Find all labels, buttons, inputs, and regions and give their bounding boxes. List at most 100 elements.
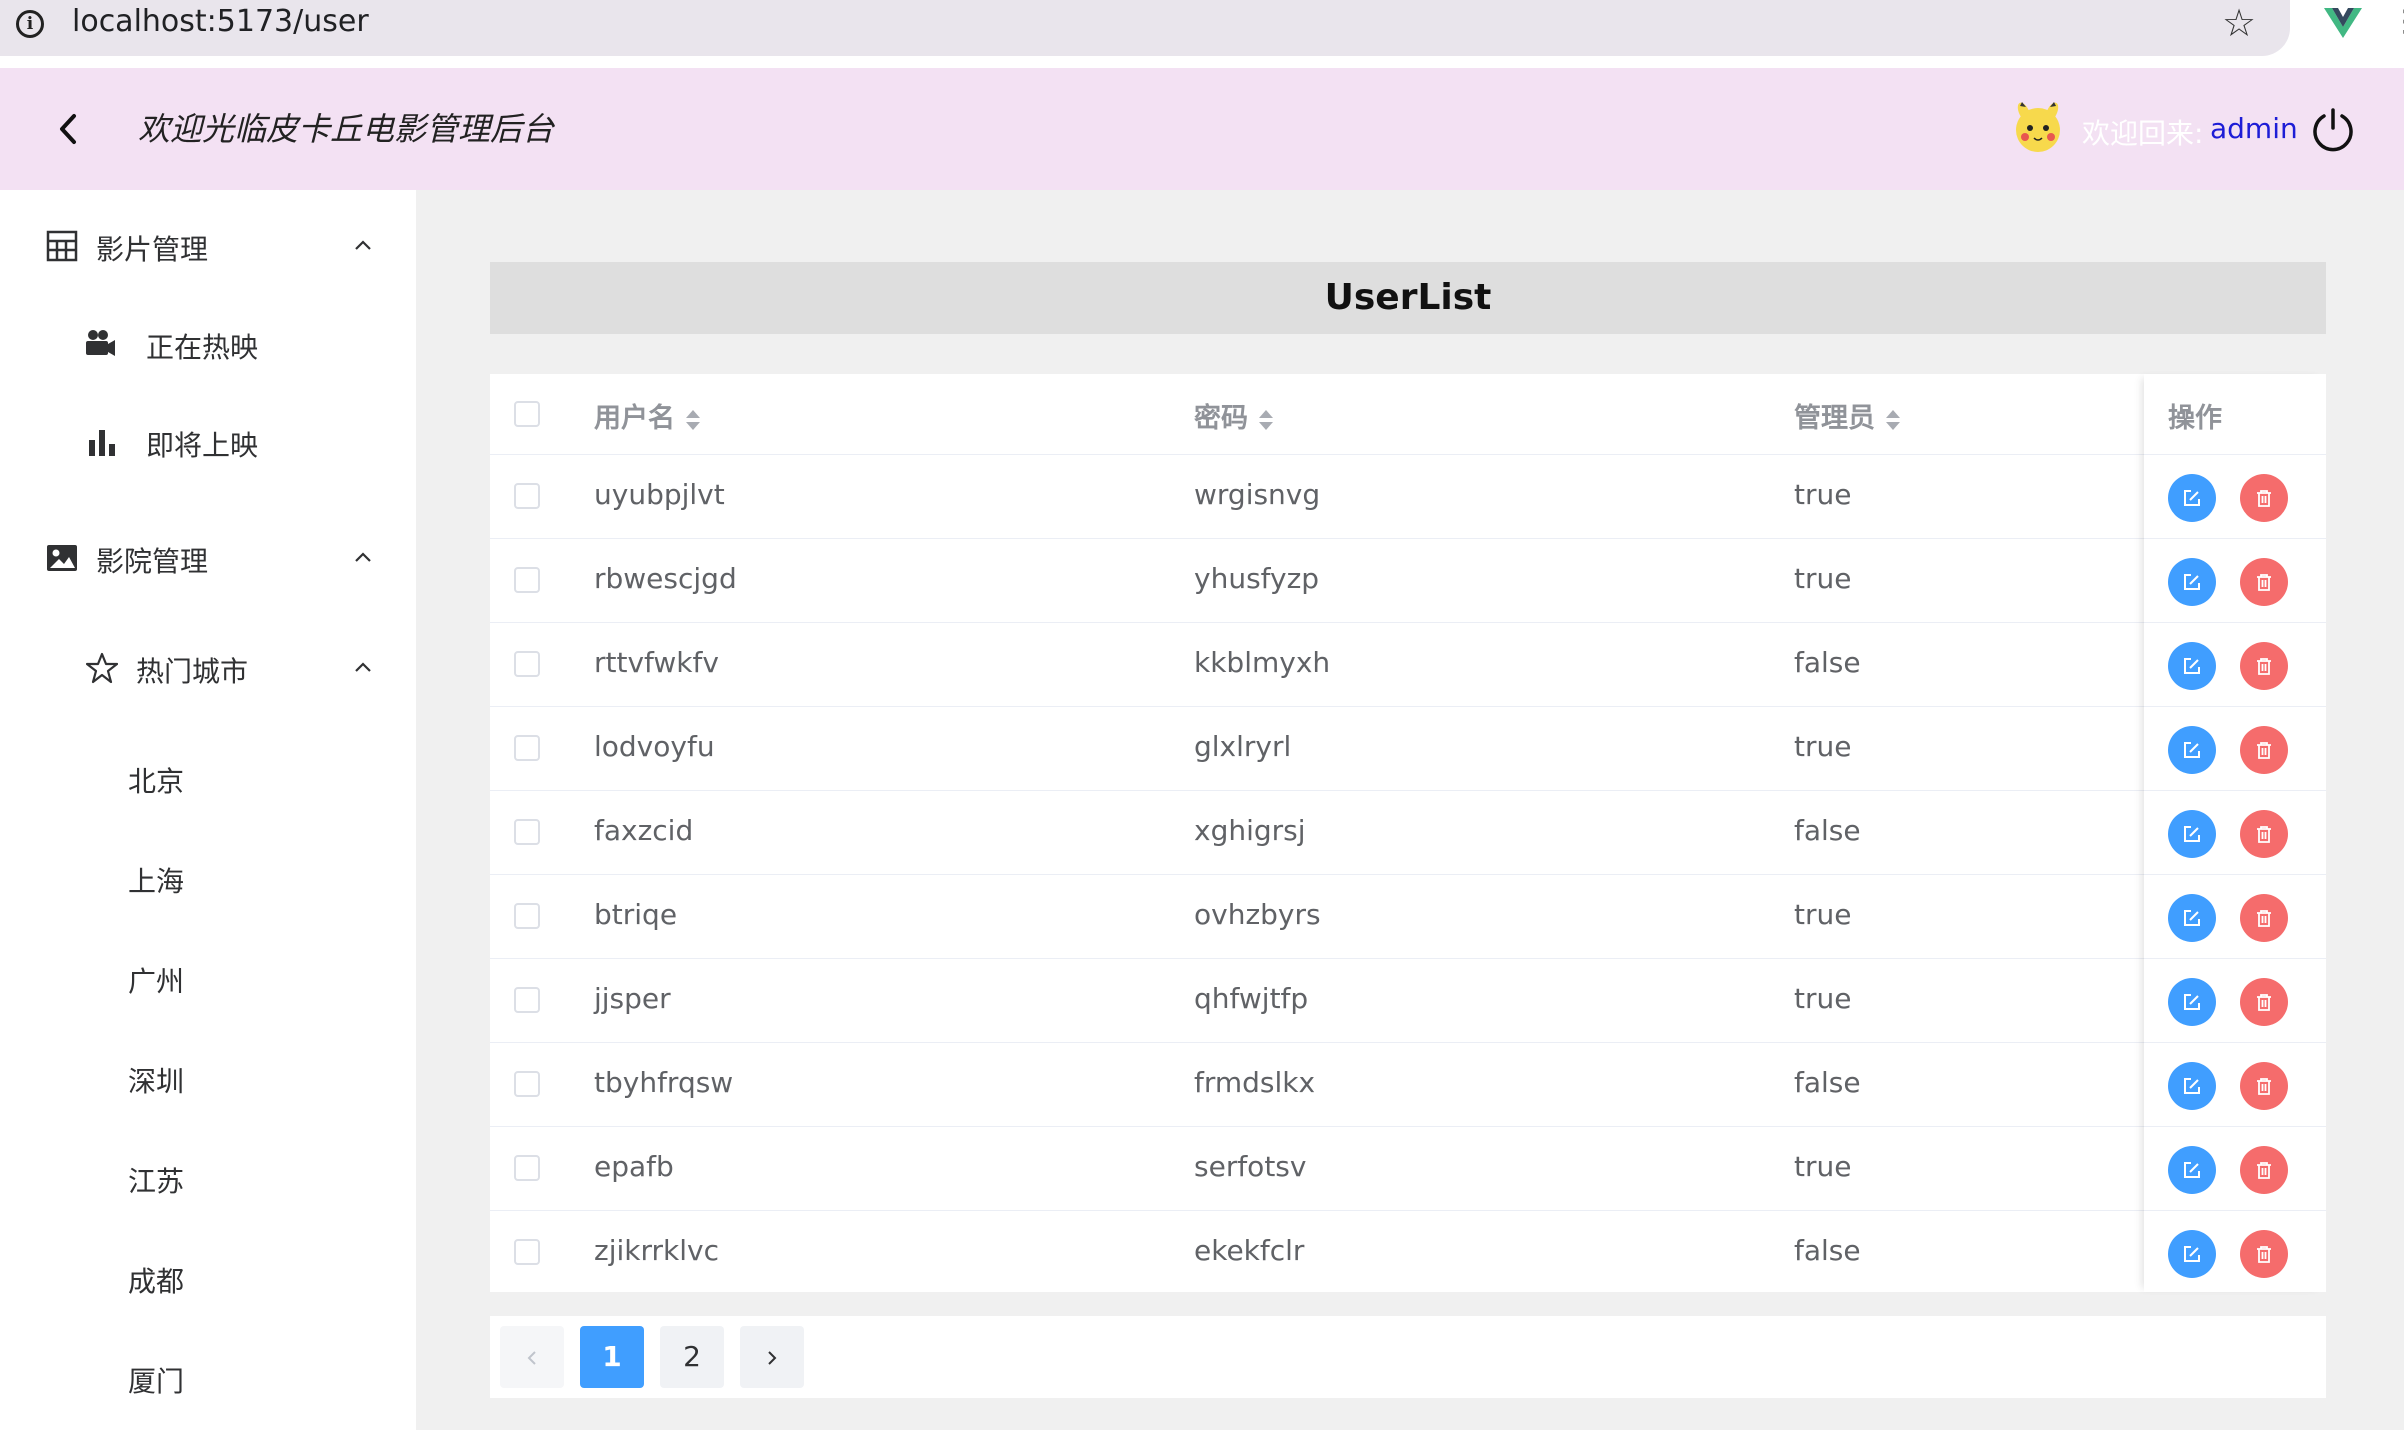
sidebar-item-now-showing[interactable]: 正在热映 xyxy=(0,296,416,386)
row-checkbox[interactable] xyxy=(514,483,540,509)
sort-icon[interactable] xyxy=(685,408,701,432)
prev-page-button[interactable] xyxy=(500,1326,564,1388)
row-checkbox[interactable] xyxy=(514,735,540,761)
cell-username: rbwescjgd xyxy=(594,562,737,595)
edit-button[interactable] xyxy=(2168,474,2216,522)
city-label: 成都 xyxy=(128,1265,185,1298)
delete-button[interactable] xyxy=(2240,1062,2288,1110)
delete-button[interactable] xyxy=(2240,726,2288,774)
edit-button[interactable] xyxy=(2168,1230,2216,1278)
sidebar-item-city[interactable]: 深圳 xyxy=(0,1032,416,1122)
column-header-username[interactable]: 用户名 xyxy=(594,396,701,435)
extension-menu-icon[interactable]: ⋮ xyxy=(2390,4,2404,38)
column-header-actions: 操作 xyxy=(2168,403,2222,434)
table-row: epafb serfotsv true xyxy=(490,1126,2326,1211)
sort-icon[interactable] xyxy=(1885,408,1901,432)
table-row: lodvoyfu glxlryrl true xyxy=(490,706,2326,791)
welcome-prefix: 欢迎回来: xyxy=(2082,117,2204,150)
chevron-left-icon xyxy=(527,1351,536,1365)
row-checkbox[interactable] xyxy=(514,903,540,929)
page-button[interactable]: 2 xyxy=(660,1326,724,1388)
delete-button[interactable] xyxy=(2240,474,2288,522)
sidebar-item-city[interactable]: 广州 xyxy=(0,932,416,1022)
table-row: rbwescjgd yhusfyzp true xyxy=(490,538,2326,623)
delete-button[interactable] xyxy=(2240,558,2288,606)
sidebar-item-coming-soon[interactable]: 即将上映 xyxy=(0,396,416,486)
sidebar-group-label: 影片管理 xyxy=(96,233,209,266)
cell-password: ekekfclr xyxy=(1194,1234,1305,1267)
cell-admin: true xyxy=(1794,898,1852,931)
chevron-right-icon xyxy=(768,1351,777,1365)
cell-username: tbyhfrqsw xyxy=(594,1066,734,1099)
column-header-password[interactable]: 密码 xyxy=(1194,396,1274,435)
trash-icon xyxy=(2257,658,2271,675)
edit-button[interactable] xyxy=(2168,978,2216,1026)
sort-icon[interactable] xyxy=(1258,408,1274,432)
cell-password: xghigrsj xyxy=(1194,814,1306,847)
sidebar-item-city[interactable]: 厦门 xyxy=(0,1332,416,1422)
delete-button[interactable] xyxy=(2240,642,2288,690)
table-row: tbyhfrqsw frmdslkx false xyxy=(490,1042,2326,1127)
edit-button[interactable] xyxy=(2168,726,2216,774)
edit-button[interactable] xyxy=(2168,810,2216,858)
row-checkbox[interactable] xyxy=(514,567,540,593)
page-title: UserList xyxy=(1324,277,1492,318)
edit-button[interactable] xyxy=(2168,1146,2216,1194)
delete-button[interactable] xyxy=(2240,810,2288,858)
delete-button[interactable] xyxy=(2240,894,2288,942)
select-all-checkbox[interactable] xyxy=(514,401,540,427)
address-bar[interactable]: i localhost:5173/user ☆ xyxy=(0,0,2290,56)
edit-button[interactable] xyxy=(2168,894,2216,942)
column-header-label: 管理员 xyxy=(1794,403,1875,434)
cell-password: wrgisnvg xyxy=(1194,478,1321,511)
sidebar-item-city[interactable]: 北京 xyxy=(0,732,416,822)
back-arrow-icon[interactable] xyxy=(50,108,86,150)
table-row: rttvfwkfv kkblmyxh false xyxy=(490,622,2326,707)
column-header-admin[interactable]: 管理员 xyxy=(1794,396,1901,435)
sidebar-item-city[interactable]: 成都 xyxy=(0,1232,416,1322)
trash-icon xyxy=(2257,490,2271,507)
delete-button[interactable] xyxy=(2240,1146,2288,1194)
cell-password: serfotsv xyxy=(1194,1150,1307,1183)
sidebar-group-movies[interactable]: 影片管理 xyxy=(0,190,416,280)
table-row: uyubpjlvt wrgisnvg true xyxy=(490,454,2326,539)
column-header-label: 用户名 xyxy=(594,403,675,434)
cell-password: ovhzbyrs xyxy=(1194,898,1321,931)
page-button[interactable]: 1 xyxy=(580,1326,644,1388)
chevron-up-icon xyxy=(355,662,371,672)
edit-button[interactable] xyxy=(2168,558,2216,606)
sidebar-item-city[interactable]: 上海 xyxy=(0,832,416,922)
sidebar-group-cinemas[interactable]: 影院管理 xyxy=(0,502,416,592)
bookmark-star-icon[interactable]: ☆ xyxy=(2222,4,2256,42)
edit-button[interactable] xyxy=(2168,642,2216,690)
row-checkbox[interactable] xyxy=(514,987,540,1013)
row-checkbox[interactable] xyxy=(514,651,540,677)
trash-icon xyxy=(2257,994,2271,1011)
row-checkbox[interactable] xyxy=(514,819,540,845)
delete-button[interactable] xyxy=(2240,1230,2288,1278)
edit-icon xyxy=(2184,658,2200,674)
edit-button[interactable] xyxy=(2168,1062,2216,1110)
sidebar-subgroup-hot-cities[interactable]: 热门城市 xyxy=(0,614,416,704)
edit-icon xyxy=(2184,742,2200,758)
trash-icon xyxy=(2257,574,2271,591)
logout-power-icon[interactable] xyxy=(2310,106,2356,152)
edit-icon xyxy=(2184,1246,2200,1262)
row-checkbox[interactable] xyxy=(514,1155,540,1181)
row-checkbox[interactable] xyxy=(514,1239,540,1265)
edit-icon xyxy=(2184,490,2200,506)
vue-devtools-icon[interactable] xyxy=(2324,8,2362,38)
pagination: 1 2 xyxy=(490,1316,2326,1398)
sidebar-item-city[interactable]: 江苏 xyxy=(0,1132,416,1222)
user-table: 用户名 密码 管理员 uyubpjlvt wrgisnvg true rbwes… xyxy=(490,374,2326,1292)
grid-icon xyxy=(46,230,78,262)
delete-button[interactable] xyxy=(2240,978,2288,1026)
cell-admin: true xyxy=(1794,1150,1852,1183)
url-text[interactable]: localhost:5173/user xyxy=(72,4,369,39)
next-page-button[interactable] xyxy=(740,1326,804,1388)
row-checkbox[interactable] xyxy=(514,1071,540,1097)
site-info-icon[interactable]: i xyxy=(16,10,44,38)
pikachu-avatar-icon[interactable] xyxy=(2012,102,2064,154)
city-label: 北京 xyxy=(128,765,185,798)
cell-username: epafb xyxy=(594,1150,674,1183)
